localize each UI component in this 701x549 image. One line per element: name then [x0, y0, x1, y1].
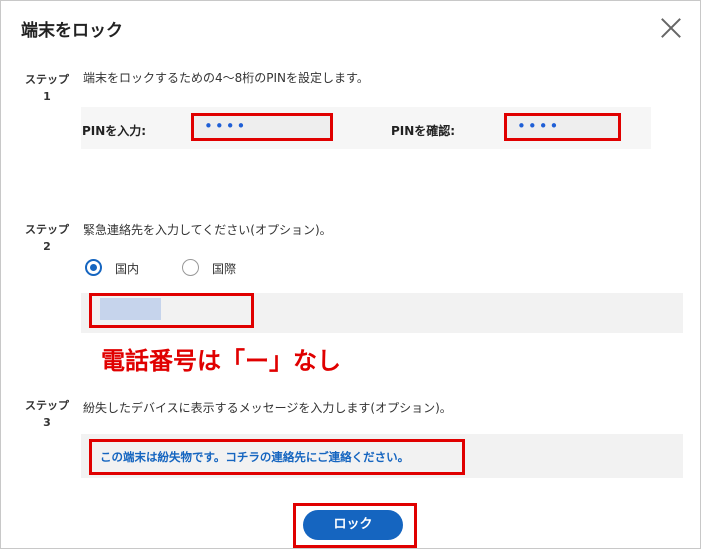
- step-3-number: 3: [43, 416, 51, 429]
- radio-domestic-label: 国内: [115, 262, 140, 276]
- phone-input-text: [100, 298, 161, 320]
- step-3-description: 紛失したデバイスに表示するメッセージを入力します(オプション)。: [83, 401, 452, 415]
- step-2-description: 緊急連絡先を入力してください(オプション)。: [83, 223, 332, 237]
- step-1-label: ステップ 1: [17, 71, 77, 105]
- radio-domestic[interactable]: [85, 259, 102, 276]
- annotation-note: 電話番号は「ー」なし: [101, 347, 341, 375]
- pin-input[interactable]: ••••: [191, 113, 333, 141]
- radio-international-label: 国際: [212, 262, 237, 276]
- pin-label: PINを入力:: [82, 124, 147, 138]
- message-input[interactable]: この端末は紛失物です。コチラの連絡先にご連絡ください。: [89, 439, 465, 475]
- step-1-description: 端末をロックするための4～8桁のPINを設定します。: [83, 71, 369, 85]
- pin-confirm-label: PINを確認:: [391, 124, 456, 138]
- step-2-number: 2: [43, 240, 51, 253]
- step-2-label-text: ステップ: [25, 223, 69, 236]
- step-2-label: ステップ 2: [17, 221, 77, 255]
- dialog-title: 端末をロック: [21, 21, 123, 41]
- step-1-number: 1: [43, 90, 51, 103]
- step-3-label-text: ステップ: [25, 399, 69, 412]
- step-1-label-text: ステップ: [25, 73, 69, 86]
- pin-confirm-input[interactable]: ••••: [504, 113, 621, 141]
- lock-device-dialog: 端末をロック ステップ 1 端末をロックするための4～8桁のPINを設定します。…: [0, 0, 701, 549]
- radio-international[interactable]: [182, 259, 199, 276]
- step-3-label: ステップ 3: [17, 397, 77, 431]
- close-icon[interactable]: [658, 15, 684, 41]
- lock-button[interactable]: ロック: [303, 510, 403, 540]
